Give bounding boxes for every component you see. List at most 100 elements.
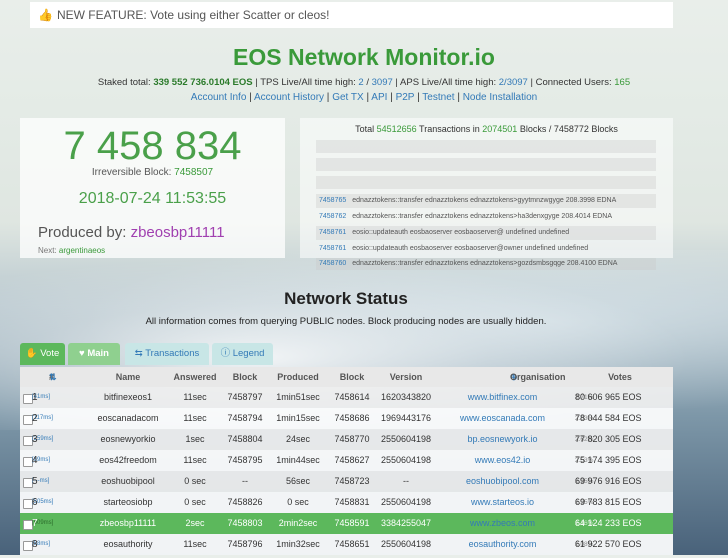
answered-cell: 1sec [185,434,205,444]
tx-row: 7458760 ednazztokens::transfer ednazztoke… [316,258,656,270]
rank-cell: 1 [41ms] [32,392,51,403]
produced-cell: 1min44sec [276,455,320,465]
tx-row: 7458762 ednazztokens::transfer ednazztoke… [319,213,613,220]
block2-cell: 7458627 [334,455,370,465]
produced-cell: 1min32sec [276,539,320,549]
produced-cell: 1min51sec [276,392,320,402]
tx-row: 7458765 ednazztokens::transfer ednazztoke… [316,194,656,208]
organisation-link[interactable]: www.zbeos.com [440,513,565,534]
block-cell: 7458795 [227,455,263,465]
head-block-panel: 7 458 834 Irreversible Block: 7458507 20… [20,118,285,258]
link-p2p[interactable]: P2P [396,92,415,103]
link-account-info[interactable]: Account Info [191,92,247,103]
table-row[interactable]: 6 [505ms] starteosiobp 0 sec 7458826 0 sec 745… [20,492,673,513]
tx-block-link[interactable]: 7458765 [319,197,346,204]
feature-banner: 👍 NEW FEATURE: Vote using either Scatter … [30,2,673,28]
producer-name: zbeosbp11111 [99,518,157,528]
block-cell: 7458796 [227,539,263,549]
network-status-title: Network Status [284,289,408,308]
tab-legend[interactable]: ⓘ Legend [212,343,273,365]
rank-cell: 8 [58ms] [32,539,51,550]
col-version[interactable]: Version [375,367,437,387]
produced-cell: 24sec [285,434,311,444]
network-status-subtitle: All information comes from querying PUBL… [145,316,547,327]
empty-row [316,140,656,153]
tx-block-link[interactable]: 7458761 [319,229,346,236]
tab-main[interactable]: ♥ Main [68,343,120,365]
rank-cell: 4 [69ms] [32,455,51,466]
block2-cell: 7458723 [334,476,370,486]
produced-cell: 56sec [285,476,311,486]
organisation-link[interactable]: eosauthority.com [440,534,565,555]
answered-cell: 11sec [183,539,207,549]
current-producer: zbeosbp11111 [130,224,225,241]
organisation-link[interactable]: www.eos42.io [440,450,565,471]
producer-name: starteosiobp [103,497,153,507]
produced-by: Produced by: zbeosbp11111 [38,224,225,241]
version-cell: 2550604198 [380,455,432,465]
col-block2[interactable]: Block [328,367,376,387]
table-row[interactable]: 2 [117ms] eoscanadacom 11sec 7458794 1min15se… [20,408,673,429]
link-get-tx[interactable]: Get TX [332,92,364,103]
tx-block-link[interactable]: 7458761 [319,245,346,252]
link-testnet[interactable]: Testnet [422,92,454,103]
version-cell: -- [403,476,409,486]
answered-cell: 0 sec [184,497,206,507]
table-row[interactable]: 1 [41ms] bitfinexeos1 11sec 7458797 1min51sec… [20,387,673,408]
votes-cell: 61 922 570 EOS 2.08% [575,539,642,549]
thumbs-up-icon: 👍 [38,8,53,22]
col-votes[interactable]: Votes [595,367,645,387]
table-row[interactable]: 7 [509ms] zbeosbp11111 2sec 7458803 2min2sec 7… [20,513,673,534]
tx-block-link[interactable]: 7458760 [319,260,346,267]
block2-cell: 7458591 [334,518,370,528]
table-row[interactable]: 8 [58ms] eosauthority 11sec 7458796 1min32sec… [20,534,673,555]
exchange-icon: ⇆ [134,348,143,359]
rank-cell: 6 [505ms] [32,497,54,508]
organisation-link[interactable]: www.eoscanada.com [440,408,565,429]
tab-vote[interactable]: ✋ Vote [20,343,65,365]
head-block-number: 7 458 834 [63,124,242,168]
empty-row [316,176,656,189]
next-producer: Next: argentinaeos [38,246,106,255]
organisation-link[interactable]: www.starteos.io [440,492,565,513]
block2-cell: 7458686 [334,413,370,423]
organisation-link[interactable]: bp.eosnewyork.io [440,429,565,450]
tx-row: 7458761 eosio::updateauth eosbaoserver eo… [319,245,589,252]
answered-cell: 11sec [183,455,207,465]
staked-total: 339 552 736.0104 EOS [153,77,253,88]
totals-line: Total 54512656 Transactions in 2074501 B… [355,124,618,134]
answered-cell: 11sec [183,413,207,423]
block-cell: 7458804 [227,434,263,444]
col-answered[interactable]: Answered [170,367,220,387]
version-cell: 3384255047 [380,518,432,528]
col-block[interactable]: Block [220,367,270,387]
transactions-panel: Total 54512656 Transactions in 2074501 B… [300,118,673,270]
version-cell: 1620343820 [380,392,432,402]
organisation-link[interactable]: eoshuobipool.com [440,471,565,492]
link-account-history[interactable]: Account History [254,92,324,103]
block-cell: 7458826 [227,497,263,507]
producer-name: eosauthority [103,539,153,549]
info-icon: ⓘ [220,348,231,359]
tab-transactions[interactable]: ⇆ Transactions [125,343,209,365]
organisation-link[interactable]: www.bitfinex.com [440,387,565,408]
produced-cell: 0 sec [287,497,309,507]
producer-name: bitfinexeos1 [103,392,153,402]
answered-cell: 0 sec [184,476,206,486]
link-node-installation[interactable]: Node Installation [463,92,538,103]
col-produced[interactable]: Produced [270,367,326,387]
block2-cell: 7458651 [334,539,370,549]
sort-icon: ⇅ [49,372,57,382]
block-cell: -- [242,476,248,486]
col-name[interactable]: Name [78,367,178,387]
version-cell: 1969443176 [380,413,432,423]
stats-line: Staked total: 339 552 736.0104 EOS | TPS… [97,77,631,88]
aps-value: 2/3097 [498,77,528,88]
table-row[interactable]: 3 [259ms] eosnewyorkio 1sec 7458804 24sec 7458… [20,429,673,450]
table-row[interactable]: 5 [---ms] eoshuobipool 0 sec -- 56sec 7458723 -… [20,471,673,492]
table-row[interactable]: 4 [69ms] eos42freedom 11sec 7458795 1min44sec… [20,450,673,471]
link-api[interactable]: API [371,92,387,103]
version-cell: 2550604198 [380,539,432,549]
tx-block-link[interactable]: 7458762 [319,213,346,220]
irreversible-block: Irreversible Block: 7458507 [91,167,214,178]
